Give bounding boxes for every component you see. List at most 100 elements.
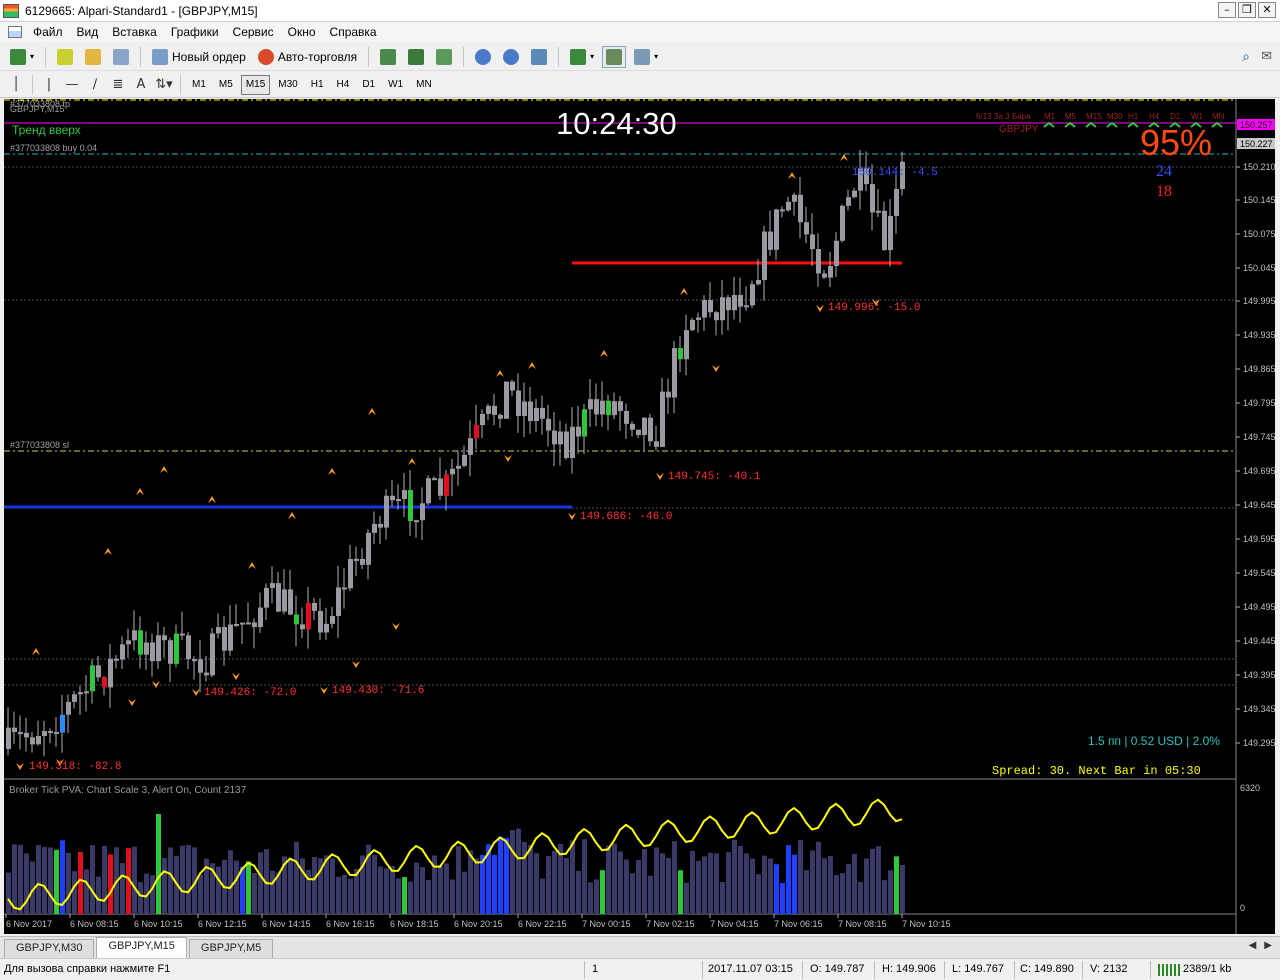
- candle-body: [396, 499, 401, 502]
- volume-bar: [132, 846, 137, 914]
- horizontal-line-tool[interactable]: —: [62, 75, 82, 95]
- candle-body: [594, 399, 599, 415]
- candle-body: [180, 633, 185, 636]
- favorites-button[interactable]: [81, 46, 105, 68]
- volume-bar: [654, 847, 659, 914]
- volume-bar: [852, 854, 857, 914]
- mtf-up-arrow: [1127, 121, 1139, 128]
- navigator-button[interactable]: [109, 46, 133, 68]
- profiles-button[interactable]: [53, 46, 77, 68]
- volume-bar: [810, 850, 815, 914]
- volume-bar: [636, 859, 641, 914]
- fractal-down-arrow: [352, 661, 360, 668]
- volume-bar: [102, 845, 107, 914]
- zoom-out-button[interactable]: [499, 46, 523, 68]
- candle-body: [702, 300, 707, 318]
- minimize-button[interactable]: –: [1218, 2, 1236, 18]
- tf-h1[interactable]: H1: [306, 75, 329, 95]
- count-blue-label: 24: [1156, 163, 1172, 180]
- status-divider: [874, 961, 875, 979]
- menu-tools[interactable]: Сервис: [228, 25, 283, 39]
- zoom-in-icon: [475, 48, 492, 65]
- menu-help[interactable]: Справка: [325, 25, 386, 39]
- tf-m30[interactable]: M30: [273, 75, 302, 95]
- volume-bar: [528, 844, 533, 914]
- volume-bar: [690, 850, 695, 914]
- templates-button[interactable]: ▾: [630, 46, 662, 68]
- tf-h4[interactable]: H4: [332, 75, 355, 95]
- candles-group: [6, 150, 905, 757]
- tf-mn[interactable]: MN: [411, 75, 437, 95]
- candle-body: [582, 409, 587, 437]
- fractal-arrows-group: [16, 154, 880, 770]
- price-chart[interactable]: 150.210 150.145 150.075 150.045 149.995 149.9…: [4, 99, 1275, 934]
- candle-body: [432, 478, 437, 481]
- zoom-in-button[interactable]: [471, 46, 495, 68]
- ask-price-label: 150.257: [1240, 120, 1273, 130]
- tab-scroll-right-icon[interactable]: ▶: [1264, 940, 1272, 951]
- chart-shift-button[interactable]: [602, 45, 627, 68]
- candle-body: [120, 644, 125, 660]
- volume-bar: [894, 856, 899, 914]
- close-button[interactable]: ✕: [1258, 2, 1276, 18]
- menu-window[interactable]: Окно: [283, 25, 325, 39]
- time-tick-label: 7 Nov 02:15: [646, 919, 695, 929]
- menu-view[interactable]: Вид: [72, 25, 108, 39]
- volume-bar: [696, 860, 701, 914]
- line-chart-button[interactable]: [432, 46, 456, 68]
- candle-body: [708, 300, 713, 313]
- line-studies-toolbar: │ | — ∕ ≣ A ⇅▾ M1 M5 M15 M30 H1 H4 D1 W1…: [0, 72, 1280, 98]
- candle-body: [246, 622, 251, 625]
- price-tick-label: 149.445: [1243, 636, 1275, 646]
- chart-window[interactable]: 150.210 150.145 150.075 150.045 149.995 149.9…: [4, 99, 1275, 934]
- tf-d1[interactable]: D1: [357, 75, 380, 95]
- auto-trading-button[interactable]: Авто-торговля: [254, 46, 361, 68]
- tab-gbpjpy-m5[interactable]: GBPJPY,M5: [188, 939, 274, 958]
- candle-body: [288, 589, 293, 615]
- connection-bars-icon[interactable]: [1158, 964, 1180, 976]
- maximize-button[interactable]: ❐: [1238, 2, 1256, 18]
- status-divider: [1150, 961, 1151, 979]
- vertical-line-tool[interactable]: |: [39, 75, 59, 95]
- fibonacci-tool[interactable]: ≣: [108, 75, 128, 95]
- menu-insert[interactable]: Вставка: [107, 25, 166, 39]
- tab-scroll-left-icon[interactable]: ◀: [1249, 940, 1257, 951]
- candle-body: [516, 390, 521, 416]
- volume-bar: [120, 862, 125, 914]
- tf-m5[interactable]: M5: [214, 75, 238, 95]
- tf-m15[interactable]: M15: [240, 74, 271, 95]
- chat-icon[interactable]: ✉: [1261, 48, 1272, 64]
- arrows-tool[interactable]: ⇅▾: [154, 75, 174, 95]
- tab-gbpjpy-m15[interactable]: GBPJPY,M15: [96, 937, 187, 958]
- fractal-up-arrow: [136, 488, 144, 495]
- new-chart-button[interactable]: ▾: [6, 46, 38, 68]
- menu-file[interactable]: Файл: [28, 25, 72, 39]
- cursor-tool[interactable]: │: [6, 75, 26, 95]
- menu-charts[interactable]: Графики: [166, 25, 228, 39]
- tab-gbpjpy-m30[interactable]: GBPJPY,M30: [4, 939, 95, 958]
- fractal-up-arrow: [840, 154, 848, 161]
- text-tool[interactable]: A: [131, 75, 151, 95]
- trendline-tool[interactable]: ∕: [85, 75, 105, 95]
- candle-body: [660, 391, 665, 447]
- candle-body: [756, 279, 761, 285]
- status-close: C: 149.890: [1020, 963, 1074, 975]
- candle-body: [354, 558, 359, 561]
- candle-chart-button[interactable]: [404, 46, 428, 68]
- tile-windows-button[interactable]: [527, 46, 551, 68]
- volume-bar: [456, 846, 461, 914]
- tf-w1[interactable]: W1: [383, 75, 408, 95]
- new-order-button[interactable]: Новый ордер: [148, 46, 250, 68]
- indicators-button[interactable]: ▾: [566, 46, 598, 68]
- time-tick-label: 6 Nov 08:15: [70, 919, 119, 929]
- spread-label: Spread: 30. Next Bar in 05:30: [992, 764, 1201, 778]
- bar-chart-button[interactable]: [376, 46, 400, 68]
- tf-m1[interactable]: M1: [187, 75, 211, 95]
- fractal-up-arrow: [680, 288, 688, 295]
- search-icon[interactable]: ⌕: [1242, 48, 1250, 65]
- candle-body: [330, 616, 335, 624]
- volume-bar: [768, 858, 773, 914]
- fractal-up-arrow: [248, 562, 256, 569]
- candle-body: [156, 635, 161, 662]
- volume-bar: [516, 828, 521, 914]
